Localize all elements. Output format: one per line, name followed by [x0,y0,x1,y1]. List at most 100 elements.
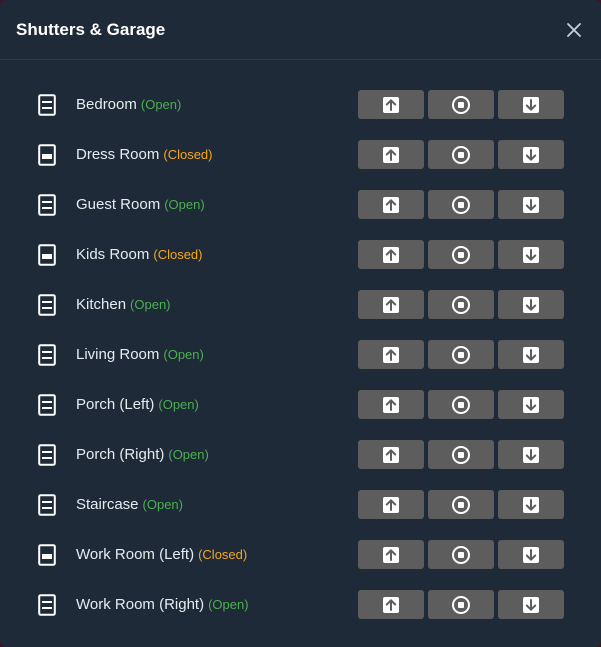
stop-circle-icon [452,95,470,114]
arrow-down-icon [523,146,539,163]
status-badge: (Open) [142,497,183,512]
room-name: Porch (Left) [76,396,155,413]
shutter-stop-button[interactable] [428,340,494,369]
status-badge: (Open) [168,447,209,462]
window-shutter-icon [38,144,56,166]
window-shutter-icon [38,294,56,316]
stop-circle-icon [452,395,470,414]
arrow-up-icon [383,96,399,113]
arrow-down-icon [523,546,539,563]
stop-circle-icon [452,495,470,514]
shutter-row: Work Room (Left) (Closed) [0,530,601,580]
shutter-up-button[interactable] [358,90,424,119]
shutter-down-button[interactable] [498,290,564,319]
close-icon[interactable] [562,18,586,42]
window-shutter-icon [38,394,56,416]
status-badge: (Open) [164,197,205,212]
shutter-down-button[interactable] [498,490,564,519]
shutter-up-button[interactable] [358,590,424,619]
room-name: Dress Room [76,146,160,163]
window-shutter-icon [38,344,56,366]
shutter-list: Bedroom (Open) Dress Room (Closed) Guest… [0,60,601,630]
arrow-down-icon [523,396,539,413]
room-name: Porch (Right) [76,446,165,463]
shutter-stop-button[interactable] [428,140,494,169]
shutter-up-button[interactable] [358,190,424,219]
window-shutter-icon [38,94,56,116]
shutter-down-button[interactable] [498,540,564,569]
arrow-down-icon [523,446,539,463]
arrow-up-icon [383,596,399,613]
stop-circle-icon [452,545,470,564]
shutter-down-button[interactable] [498,590,564,619]
room-name: Work Room (Left) [76,546,195,563]
shutter-down-button[interactable] [498,440,564,469]
shutter-stop-button[interactable] [428,290,494,319]
arrow-down-icon [523,246,539,263]
stop-circle-icon [452,345,470,364]
shutter-down-button[interactable] [498,240,564,269]
shutter-up-button[interactable] [358,140,424,169]
shutter-up-button[interactable] [358,490,424,519]
room-name: Guest Room [76,196,161,213]
shutter-down-button[interactable] [498,90,564,119]
shutter-row: Porch (Right) (Open) [0,430,601,480]
dialog-header: Shutters & Garage [0,0,601,60]
shutter-down-button[interactable] [498,140,564,169]
room-name: Living Room [76,346,160,363]
shutter-stop-button[interactable] [428,440,494,469]
shutter-stop-button[interactable] [428,540,494,569]
window-shutter-icon [38,194,56,216]
window-shutter-icon [38,544,56,566]
stop-circle-icon [452,295,470,314]
arrow-down-icon [523,496,539,513]
stop-circle-icon [452,195,470,214]
shutter-up-button[interactable] [358,240,424,269]
shutter-row: Kitchen (Open) [0,280,601,330]
status-badge: (Closed) [163,147,213,162]
shutter-row: Porch (Left) (Open) [0,380,601,430]
window-shutter-icon [38,594,56,616]
shutter-row: Work Room (Right) (Open) [0,580,601,630]
shutter-stop-button[interactable] [428,90,494,119]
shutter-up-button[interactable] [358,340,424,369]
arrow-up-icon [383,296,399,313]
dialog-title: Shutters & Garage [16,19,166,39]
room-name: Kids Room [76,246,150,263]
window-shutter-icon [38,244,56,266]
status-badge: (Open) [208,597,249,612]
arrow-down-icon [523,196,539,213]
status-badge: (Open) [163,347,204,362]
stop-circle-icon [452,245,470,264]
shutter-up-button[interactable] [358,290,424,319]
arrow-up-icon [383,346,399,363]
status-badge: (Open) [158,397,199,412]
stop-circle-icon [452,595,470,614]
shutter-up-button[interactable] [358,390,424,419]
shutter-stop-button[interactable] [428,390,494,419]
arrow-up-icon [383,196,399,213]
window-shutter-icon [38,444,56,466]
arrow-down-icon [523,96,539,113]
arrow-up-icon [383,396,399,413]
shutter-row: Dress Room (Closed) [0,130,601,180]
shutter-down-button[interactable] [498,340,564,369]
shutter-stop-button[interactable] [428,490,494,519]
shutter-stop-button[interactable] [428,240,494,269]
shutter-down-button[interactable] [498,190,564,219]
shutter-up-button[interactable] [358,440,424,469]
shutter-stop-button[interactable] [428,190,494,219]
shutter-down-button[interactable] [498,390,564,419]
shutter-row: Staircase (Open) [0,480,601,530]
stop-circle-icon [452,145,470,164]
arrow-down-icon [523,296,539,313]
shutter-stop-button[interactable] [428,590,494,619]
room-name: Work Room (Right) [76,596,205,613]
room-name: Kitchen [76,296,127,313]
shutter-up-button[interactable] [358,540,424,569]
arrow-down-icon [523,596,539,613]
window-shutter-icon [38,494,56,516]
shutter-row: Living Room (Open) [0,330,601,380]
arrow-up-icon [383,446,399,463]
arrow-up-icon [383,546,399,563]
